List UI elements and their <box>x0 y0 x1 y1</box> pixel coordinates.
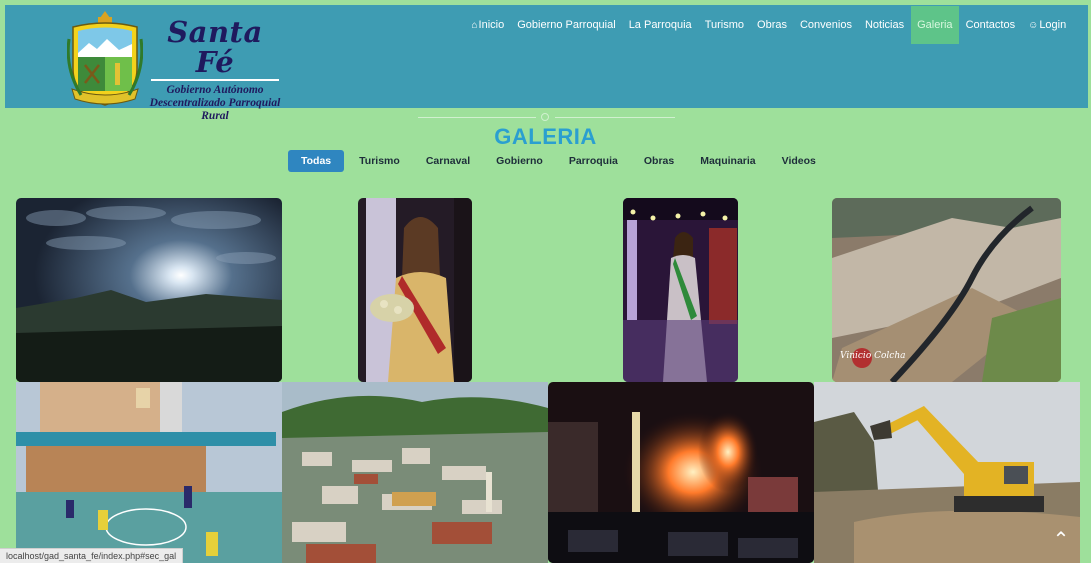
gallery-photo-church-court[interactable] <box>16 382 282 563</box>
home-icon: ⌂ <box>471 19 478 31</box>
filter-todas[interactable]: Todas <box>288 150 345 172</box>
filter-carnaval[interactable]: Carnaval <box>413 150 483 172</box>
photo-queen-sash <box>358 198 472 382</box>
photo-night-sky <box>16 198 282 382</box>
nav-galeria[interactable]: Galeria <box>910 6 960 44</box>
chevron-up-icon: ⌃ <box>1052 528 1070 551</box>
nav-label: Gobierno Parroquial <box>517 19 616 31</box>
photo-queen-stage <box>623 198 738 382</box>
nav-label: Turismo <box>704 19 745 31</box>
gallery-photo-queen-stage[interactable] <box>623 198 738 382</box>
photo-town-aerial <box>282 382 548 563</box>
section-title: GALERIA <box>494 124 597 149</box>
nav-label: Login <box>1039 19 1067 31</box>
top-navbar: Santa Fé Gobierno Autónomo Descentraliza… <box>5 5 1088 122</box>
subtitle-line-3: Rural <box>201 110 229 122</box>
gallery-photo-fireworks[interactable] <box>548 382 814 563</box>
nav-login[interactable]: ☺ Login <box>1022 6 1073 44</box>
filter-turismo[interactable]: Turismo <box>346 150 413 172</box>
title-divider-right <box>555 117 675 118</box>
nav-label: Galeria <box>917 19 953 31</box>
nav-label: Convenios <box>799 19 852 31</box>
nav-noticias[interactable]: Noticias <box>858 6 910 44</box>
nav-inicio[interactable]: ⌂ Inicio <box>465 6 511 44</box>
filter-maquinaria[interactable]: Maquinaria <box>687 150 768 172</box>
title-divider-left <box>418 117 536 118</box>
nav-turismo[interactable]: Turismo <box>698 6 750 44</box>
gallery-photo-night-sky[interactable] <box>16 198 282 382</box>
nav-label: Inicio <box>478 19 505 31</box>
filter-parroquia[interactable]: Parroquia <box>556 150 631 172</box>
nav-label: La Parroquia <box>628 19 692 31</box>
scroll-top-button[interactable]: ⌃ <box>1047 526 1075 552</box>
title-underline <box>151 79 279 81</box>
brand-block[interactable]: Santa Fé Gobierno Autónomo Descentraliza… <box>145 17 285 123</box>
gallery-filters: Todas Turismo Carnaval Gobierno Parroqui… <box>288 150 829 172</box>
photo-church-court <box>16 382 282 563</box>
nav-convenios[interactable]: Convenios <box>793 6 858 44</box>
subtitle-line-2: Descentralizado Parroquial <box>149 97 281 109</box>
nav-obras[interactable]: Obras <box>751 6 794 44</box>
main-menu: ⌂ Inicio Gobierno Parroquial La Parroquia… <box>465 5 1073 45</box>
photo-watermark: Vinicio Colcha <box>840 351 905 361</box>
filter-videos[interactable]: Videos <box>769 150 829 172</box>
gallery-photo-aerial-road[interactable]: Vinicio Colcha <box>832 198 1061 382</box>
photo-aerial-road: Vinicio Colcha <box>832 198 1061 382</box>
nav-label: Contactos <box>965 19 1016 31</box>
site-title: Santa Fé <box>167 15 263 79</box>
nav-label: Noticias <box>864 19 905 31</box>
filter-gobierno[interactable]: Gobierno <box>483 150 556 172</box>
nav-contactos[interactable]: Contactos <box>959 6 1022 44</box>
photo-excavator <box>814 382 1080 563</box>
gallery-photo-excavator[interactable] <box>814 382 1080 563</box>
browser-status-url: localhost/gad_santa_fe/index.php#sec_gal <box>0 548 184 563</box>
subtitle-line-1: Gobierno Autónomo <box>166 84 264 96</box>
gallery-photo-town-aerial[interactable] <box>282 382 548 563</box>
title-divider-ornament <box>541 113 549 121</box>
photo-fireworks <box>548 382 814 563</box>
user-icon: ☺ <box>1028 19 1039 31</box>
coat-of-arms-logo[interactable] <box>67 9 143 109</box>
nav-gobierno-parroquial[interactable]: Gobierno Parroquial <box>511 6 622 44</box>
nav-la-parroquia[interactable]: La Parroquia <box>622 6 698 44</box>
filter-obras[interactable]: Obras <box>631 150 687 172</box>
nav-label: Obras <box>757 19 787 31</box>
gallery-photo-queen-sash[interactable] <box>358 198 472 382</box>
